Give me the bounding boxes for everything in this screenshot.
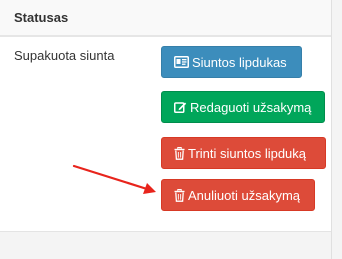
delete-shipping-label-button-text: Trinti siuntos lipduką [188,145,307,161]
id-card-icon [174,56,189,68]
cancel-order-button-text: Anuliuoti užsakymą [188,187,300,203]
cancel-order-button[interactable]: Anuliuoti užsakymą [161,179,315,211]
shipping-label-button-text: Siuntos lipdukas [192,54,287,70]
scrollbar-gutter [331,0,342,259]
edit-order-button[interactable]: Redaguoti užsakymą [161,91,325,123]
shipping-label-button[interactable]: Siuntos lipdukas [161,46,302,78]
status-table: Statusas Supakuota siunta Siuntos lipduk… [0,0,331,232]
edit-icon [174,101,187,113]
status-value: Supakuota siunta [14,48,115,63]
table-header: Statusas [0,0,331,37]
order-status-panel: Statusas Supakuota siunta Siuntos lipduk… [0,0,331,259]
trash-icon [174,146,185,160]
delete-shipping-label-button[interactable]: Trinti siuntos lipduką [161,137,326,169]
status-column-header: Statusas [14,10,69,25]
edit-order-button-text: Redaguoti užsakymą [190,99,312,115]
trash-icon [174,188,185,202]
